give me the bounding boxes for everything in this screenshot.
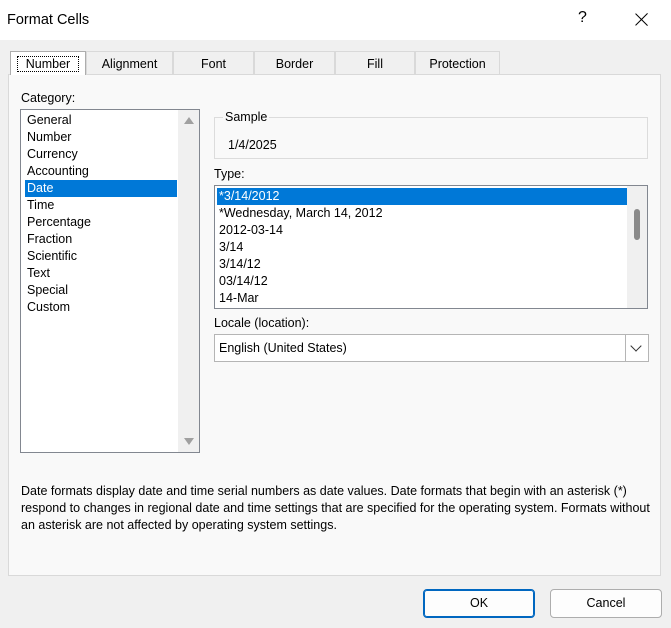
title-bar: Format Cells ?	[0, 0, 671, 40]
list-item[interactable]: Number	[25, 129, 177, 146]
list-item[interactable]: 14-Mar	[217, 290, 627, 307]
scroll-down-arrow-icon[interactable]	[184, 438, 194, 445]
tab-number[interactable]: Number	[10, 51, 86, 75]
chevron-down-icon	[630, 340, 642, 352]
category-scrollbar[interactable]	[178, 110, 199, 452]
list-item[interactable]: *Wednesday, March 14, 2012	[217, 205, 627, 222]
list-item[interactable]: 3/14	[217, 239, 627, 256]
type-label: Type:	[214, 167, 245, 181]
format-description: Date formats display date and time seria…	[21, 484, 650, 532]
list-item[interactable]: 03/14/12	[217, 273, 627, 290]
sample-legend: Sample	[223, 110, 270, 124]
list-item[interactable]: General	[25, 112, 177, 129]
list-item-selected[interactable]: Date	[25, 180, 177, 197]
list-item[interactable]: 2012-03-14	[217, 222, 627, 239]
tab-alignment[interactable]: Alignment	[86, 51, 173, 74]
sample-value: 1/4/2025	[228, 138, 277, 152]
type-scrollbar[interactable]	[627, 186, 647, 308]
dropdown-button[interactable]	[625, 335, 648, 361]
list-item[interactable]: Scientific	[25, 248, 177, 265]
window-title: Format Cells	[7, 12, 90, 28]
scroll-up-arrow-icon[interactable]	[184, 117, 194, 124]
list-item[interactable]: Custom	[25, 299, 177, 316]
category-list[interactable]: General Number Currency Accounting Date …	[20, 109, 200, 453]
list-item[interactable]: Percentage	[25, 214, 177, 231]
locale-value: English (United States)	[219, 341, 347, 355]
list-item[interactable]: Fraction	[25, 231, 177, 248]
help-button[interactable]: ?	[578, 9, 587, 27]
list-item[interactable]: Accounting	[25, 163, 177, 180]
type-list[interactable]: *3/14/2012 *Wednesday, March 14, 2012 20…	[214, 185, 648, 309]
locale-dropdown[interactable]: English (United States)	[214, 334, 649, 362]
tab-font[interactable]: Font	[173, 51, 254, 74]
scroll-thumb[interactable]	[634, 209, 640, 240]
category-label: Category:	[21, 91, 76, 105]
list-item[interactable]: Special	[25, 282, 177, 299]
list-item[interactable]: Time	[25, 197, 177, 214]
close-icon[interactable]	[634, 9, 650, 29]
tab-border[interactable]: Border	[254, 51, 335, 74]
sample-group: Sample 1/4/2025	[214, 110, 648, 159]
cancel-button[interactable]: Cancel	[550, 589, 662, 618]
list-item[interactable]: Text	[25, 265, 177, 282]
list-item[interactable]: 3/14/12	[217, 256, 627, 273]
locale-label: Locale (location):	[214, 316, 310, 330]
tab-fill[interactable]: Fill	[335, 51, 415, 74]
list-item-selected[interactable]: *3/14/2012	[217, 188, 627, 205]
ok-button[interactable]: OK	[423, 589, 535, 618]
tab-protection[interactable]: Protection	[415, 51, 500, 74]
list-item[interactable]: Currency	[25, 146, 177, 163]
